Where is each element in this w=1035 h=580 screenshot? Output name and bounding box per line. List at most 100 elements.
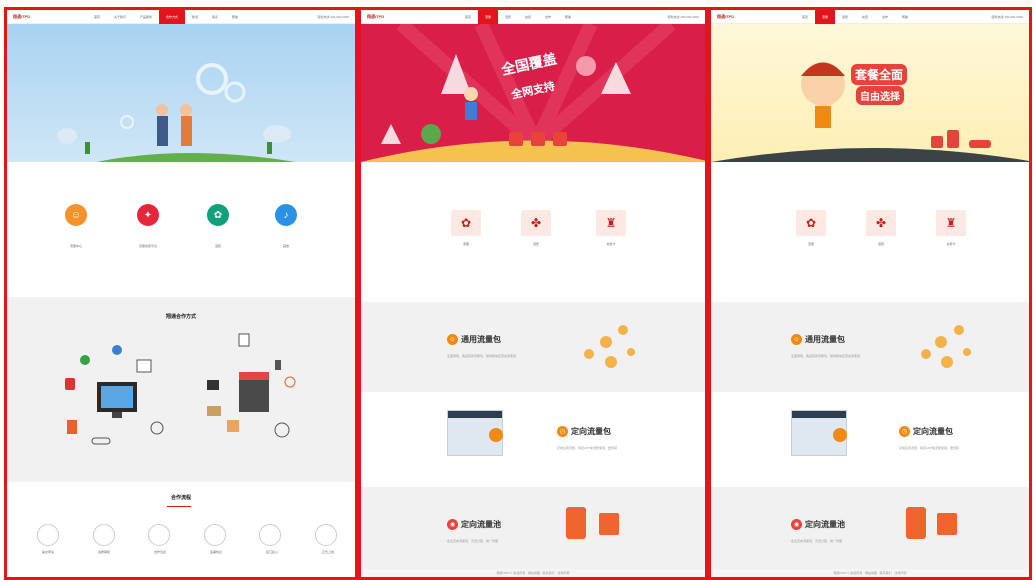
nav-item[interactable]: 关于我们: [107, 10, 133, 24]
cooperation-illustration: [65, 333, 296, 445]
package-title[interactable]: ☺ 通用流量包: [447, 334, 501, 345]
directed-package: ◷ 定向流量包 定向应用流量，特定APP免流量使用，更划算: [361, 392, 705, 487]
package-desc: 全国通用，各运营商流量包，随时随地任意充值使用: [791, 354, 861, 358]
nav-item-active[interactable]: 流量: [814, 10, 835, 24]
flow-step-label: 正式上线: [321, 550, 334, 554]
section-title: 合作流程: [170, 495, 191, 501]
bag-icon[interactable]: ♜: [936, 210, 966, 236]
page-preview-nationwide[interactable]: 翔通ITPD 首页 流量 话费 充值 合作 帮助 服务热线 400-000-00…: [358, 7, 708, 580]
flow-labels-row: 提交申请 资质审核 合作洽谈 签署协议 接口接入 正式上线: [33, 550, 343, 554]
cooperation-flow: 合作流程 提交申请 资质审核 合作洽谈 签署协议 接口接入 正式上线: [7, 482, 355, 577]
map-icon[interactable]: ✿: [796, 210, 826, 236]
screenshot-stage: 翔通ITPD 首页 关于我们 产品服务 合作方式 新闻 联系 帮助 服务热线 4…: [0, 0, 1035, 580]
step-icon: [92, 524, 115, 546]
nav-item[interactable]: 首页: [87, 10, 107, 24]
card-label: 话费: [877, 242, 884, 246]
main-nav: 首页 流量 话费 充值 合作 帮助: [757, 10, 953, 24]
smile-icon: ☺: [791, 334, 802, 345]
nav-item[interactable]: 帮助: [225, 10, 245, 24]
package-title-text: 定向流量池: [461, 520, 501, 529]
nav-item-active[interactable]: 流量: [477, 10, 498, 24]
pool-icon: ◉: [447, 519, 458, 530]
general-package: ☺ 通用流量包 全国通用，各运营商流量包，随时随地任意充值使用: [711, 302, 1029, 392]
page-preview-cooperation[interactable]: 翔通ITPD 首页 关于我们 产品服务 合作方式 新闻 联系 帮助 服务热线 4…: [4, 7, 358, 580]
nav-item[interactable]: 合作: [538, 10, 558, 24]
clock-icon: ◷: [557, 426, 568, 437]
service-steps: ☺ ✦ ✿ ♪ 流量中心 流量充值平台 话费 其他: [7, 162, 355, 297]
package-desc: 定向应用流量，特定APP免流量使用，更划算: [557, 446, 618, 450]
flow-icon[interactable]: ✤: [521, 210, 551, 236]
nav-item[interactable]: 首页: [458, 10, 478, 24]
step-label: 流量充值平台: [138, 244, 157, 248]
package-title[interactable]: ☺ 通用流量包: [791, 334, 845, 345]
package-title[interactable]: ◉ 定向流量池: [791, 519, 845, 530]
flow-step-label: 接口接入: [265, 550, 278, 554]
package-desc: 企业定向流量池，灵活分配，统一管理: [791, 539, 843, 543]
flow-pool: ◉ 定向流量池 企业定向流量池，灵活分配，统一管理: [711, 487, 1029, 577]
handshake-illustration: [57, 63, 296, 162]
step-icon: [314, 524, 337, 546]
package-title-text: 定向流量包: [913, 427, 953, 436]
package-desc: 企业定向流量池，灵活分配，统一管理: [447, 539, 499, 543]
package-title-text: 通用流量包: [461, 335, 501, 344]
banner-subheadline: 自由选择: [856, 86, 904, 105]
nav-item[interactable]: 充值: [518, 10, 538, 24]
nav-item[interactable]: 合作: [875, 10, 895, 24]
package-title-text: 通用流量包: [805, 335, 845, 344]
section-title: 翔通合作方式: [165, 314, 196, 320]
card-label: 充值卡: [946, 242, 956, 246]
pool-icon: ◉: [791, 519, 802, 530]
flow-center-icon[interactable]: ☺: [65, 204, 87, 226]
phone-bill-icon[interactable]: ✿: [207, 204, 229, 226]
site-header: 翔通ITPD 首页 流量 话费 充值 合作 帮助 服务热线 400-000-00…: [711, 10, 1029, 24]
cooperation-methods: 翔通合作方式: [7, 297, 355, 482]
flow-icon[interactable]: ✤: [866, 210, 896, 236]
lock-badge: [489, 428, 503, 442]
smile-icon: ☺: [447, 334, 458, 345]
card-label: 流量: [807, 242, 814, 246]
site-logo[interactable]: 翔通ITPD: [367, 14, 407, 20]
hotline-text: 服务热线 400-000-0000: [317, 14, 349, 19]
hero-banner: [7, 24, 355, 162]
step-label: 流量中心: [69, 244, 82, 248]
card-label: 流量: [462, 242, 469, 246]
money-bags-illustration: [921, 325, 971, 368]
nav-item[interactable]: 话费: [835, 10, 855, 24]
bag-icon[interactable]: ♜: [596, 210, 626, 236]
main-nav: 首页 流量 话费 充值 合作 帮助: [407, 10, 629, 24]
site-footer: 翔通ITPD © 版权所有 · 网站地图 · 联系我们 · 法律声明: [361, 569, 705, 577]
card-label: 话费: [532, 242, 539, 246]
browser-bar: [792, 411, 846, 418]
other-icon[interactable]: ♪: [275, 204, 297, 226]
package-title-text: 定向流量包: [571, 427, 611, 436]
nav-item[interactable]: 话费: [498, 10, 518, 24]
banner-headline: 套餐全面: [851, 64, 908, 85]
nav-item-active[interactable]: 合作方式: [158, 10, 185, 24]
money-bags-illustration: [584, 325, 635, 368]
database-icon: [566, 507, 586, 539]
step-label: 其他: [282, 244, 289, 248]
nav-item[interactable]: 联系: [205, 10, 225, 24]
package-title[interactable]: ◉ 定向流量池: [447, 519, 501, 530]
nav-item[interactable]: 帮助: [895, 10, 915, 24]
site-logo[interactable]: 翔通ITPD: [13, 14, 53, 20]
nav-item[interactable]: 充值: [855, 10, 875, 24]
nav-item[interactable]: 帮助: [558, 10, 578, 24]
package-title[interactable]: ◷ 定向流量包: [557, 426, 611, 437]
recharge-platform-icon[interactable]: ✦: [137, 204, 159, 226]
general-package: ☺ 通用流量包 全国通用，各运营商流量包，随时随地任意充值使用: [361, 302, 705, 392]
site-logo[interactable]: 翔通ITPD: [717, 14, 757, 20]
step-icon: [259, 524, 282, 546]
step-label: 话费: [214, 244, 221, 248]
hero-banner: 全国覆盖 全网支持: [361, 24, 705, 162]
map-icon[interactable]: ✿: [451, 210, 481, 236]
site-footer: 翔通ITPD © 版权所有 · 网站地图 · 联系我们 · 法律声明: [711, 569, 1029, 577]
nav-item[interactable]: 产品服务: [133, 10, 159, 24]
nav-item[interactable]: 首页: [795, 10, 815, 24]
nav-item[interactable]: 新闻: [185, 10, 205, 24]
step-icon: [203, 524, 226, 546]
page-preview-packages[interactable]: 翔通ITPD 首页 流量 话费 充值 合作 帮助 服务热线 400-000-00…: [708, 7, 1032, 580]
clock-icon: ◷: [899, 426, 910, 437]
flow-step-label: 资质审核: [97, 550, 110, 554]
package-title[interactable]: ◷ 定向流量包: [899, 426, 953, 437]
